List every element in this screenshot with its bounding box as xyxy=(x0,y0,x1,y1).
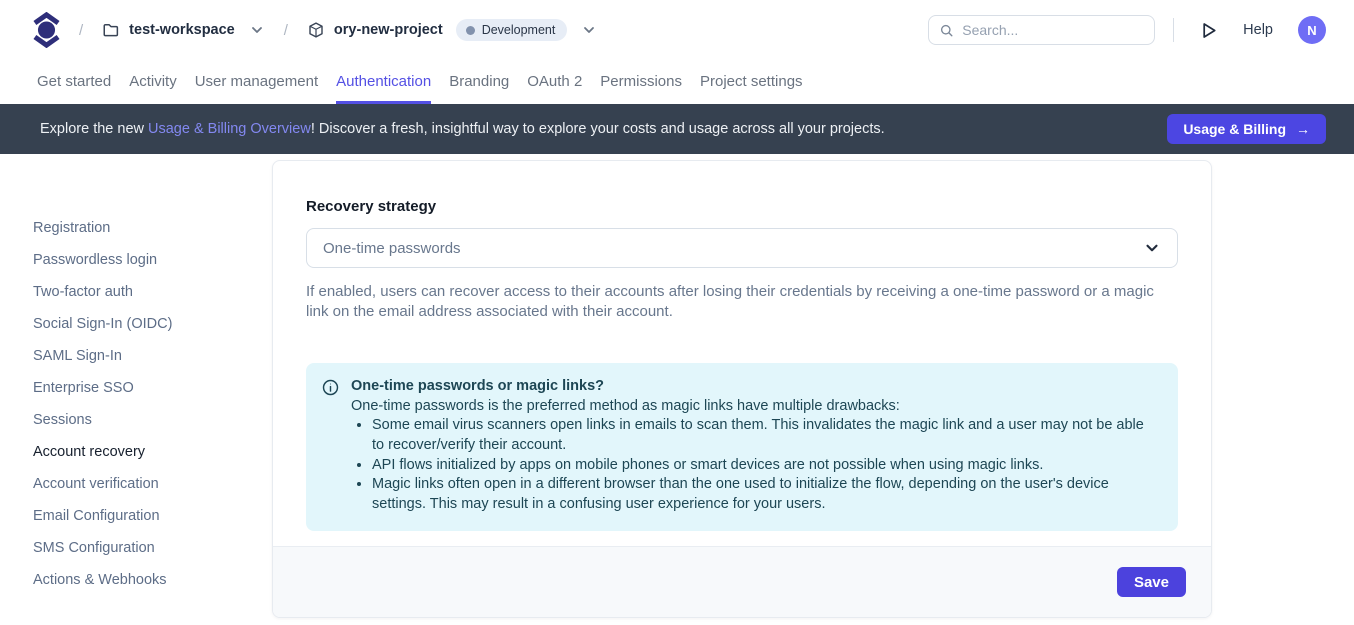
chevron-down-icon xyxy=(1143,239,1161,257)
usage-billing-button-label: Usage & Billing xyxy=(1183,121,1286,137)
sidebar-item-passwordless-login[interactable]: Passwordless login xyxy=(33,250,272,270)
card-body: Recovery strategy One-time passwords If … xyxy=(273,161,1211,546)
environment-label: Development xyxy=(482,23,556,37)
search-icon xyxy=(939,22,954,39)
sidebar-item-account-recovery[interactable]: Account recovery xyxy=(33,442,272,462)
workspace-selector[interactable]: test-workspace xyxy=(102,21,265,39)
tab-user-management[interactable]: User management xyxy=(195,60,318,104)
info-box-bullet: API flows initialized by apps on mobile … xyxy=(372,456,1158,476)
sidebar-item-account-verification[interactable]: Account verification xyxy=(33,474,272,494)
search-box[interactable] xyxy=(928,15,1155,45)
avatar[interactable]: N xyxy=(1298,16,1326,44)
chevron-down-icon xyxy=(581,22,597,38)
project-name: ory-new-project xyxy=(334,22,443,38)
sidebar-item-actions-webhooks[interactable]: Actions & Webhooks xyxy=(33,570,272,590)
run-icon[interactable] xyxy=(1198,20,1219,41)
recovery-strategy-label: Recovery strategy xyxy=(306,198,1178,215)
sidebar-item-email-configuration[interactable]: Email Configuration xyxy=(33,506,272,526)
save-button[interactable]: Save xyxy=(1117,567,1186,597)
ory-logo-icon[interactable] xyxy=(33,12,60,48)
recovery-strategy-value: One-time passwords xyxy=(323,240,461,257)
sidebar-item-two-factor-auth[interactable]: Two-factor auth xyxy=(33,282,272,302)
content-area: Registration Passwordless login Two-fact… xyxy=(0,154,1354,625)
settings-sidebar: Registration Passwordless login Two-fact… xyxy=(0,154,272,625)
info-box-content: One-time passwords or magic links? One-t… xyxy=(351,377,1158,515)
chevron-down-icon xyxy=(249,22,265,38)
topbar-actions: Help N xyxy=(928,15,1326,45)
topbar: / test-workspace / ory-new-project xyxy=(0,0,1354,60)
tab-branding[interactable]: Branding xyxy=(449,60,509,104)
tab-permissions[interactable]: Permissions xyxy=(600,60,682,104)
help-link[interactable]: Help xyxy=(1243,22,1273,38)
breadcrumb-separator: / xyxy=(284,22,288,39)
sidebar-item-enterprise-sso[interactable]: Enterprise SSO xyxy=(33,378,272,398)
info-box-bullet: Some email virus scanners open links in … xyxy=(372,416,1158,455)
tab-authentication[interactable]: Authentication xyxy=(336,60,431,104)
info-box: One-time passwords or magic links? One-t… xyxy=(306,363,1178,531)
usage-billing-overview-link[interactable]: Usage & Billing Overview xyxy=(148,121,311,137)
sidebar-item-registration[interactable]: Registration xyxy=(33,218,272,238)
usage-billing-banner: Explore the new Usage & Billing Overview… xyxy=(0,104,1354,154)
sidebar-item-sessions[interactable]: Sessions xyxy=(33,410,272,430)
info-box-title: One-time passwords or magic links? xyxy=(351,377,1158,397)
usage-billing-button[interactable]: Usage & Billing → xyxy=(1167,114,1326,144)
workspace-name: test-workspace xyxy=(129,22,235,38)
sidebar-item-sms-configuration[interactable]: SMS Configuration xyxy=(33,538,272,558)
folder-icon xyxy=(102,21,120,39)
topbar-divider xyxy=(1173,18,1174,42)
info-box-bullet-list: Some email virus scanners open links in … xyxy=(351,416,1158,515)
info-box-bullet: Magic links often open in a different br… xyxy=(372,475,1158,514)
tab-activity[interactable]: Activity xyxy=(129,60,177,104)
ory-console-app: / test-workspace / ory-new-project xyxy=(0,0,1354,625)
tab-project-settings[interactable]: Project settings xyxy=(700,60,803,104)
sidebar-item-social-sign-in[interactable]: Social Sign-In (OIDC) xyxy=(33,314,272,334)
banner-text-after: ! Discover a fresh, insightful way to ex… xyxy=(311,121,885,137)
recovery-strategy-select[interactable]: One-time passwords xyxy=(306,228,1178,268)
account-recovery-card: Recovery strategy One-time passwords If … xyxy=(272,160,1212,618)
info-box-intro: One-time passwords is the preferred meth… xyxy=(351,397,1158,417)
sidebar-item-saml-sign-in[interactable]: SAML Sign-In xyxy=(33,346,272,366)
main-nav-tabs: Get started Activity User management Aut… xyxy=(0,60,1354,104)
search-input[interactable] xyxy=(962,22,1144,38)
project-selector[interactable]: ory-new-project Development xyxy=(307,19,597,41)
breadcrumb: / test-workspace / ory-new-project xyxy=(33,12,597,48)
arrow-right-icon: → xyxy=(1296,121,1310,137)
tab-get-started[interactable]: Get started xyxy=(37,60,111,104)
banner-message: Explore the new Usage & Billing Overview… xyxy=(40,121,885,137)
banner-text-before: Explore the new xyxy=(40,121,148,137)
card-footer: Save xyxy=(273,546,1211,617)
tab-oauth2[interactable]: OAuth 2 xyxy=(527,60,582,104)
breadcrumb-separator: / xyxy=(79,22,83,39)
environment-badge: Development xyxy=(456,19,568,41)
environment-dot-icon xyxy=(466,26,475,35)
info-icon xyxy=(322,379,339,396)
package-icon xyxy=(307,21,325,39)
recovery-description: If enabled, users can recover access to … xyxy=(306,282,1178,323)
